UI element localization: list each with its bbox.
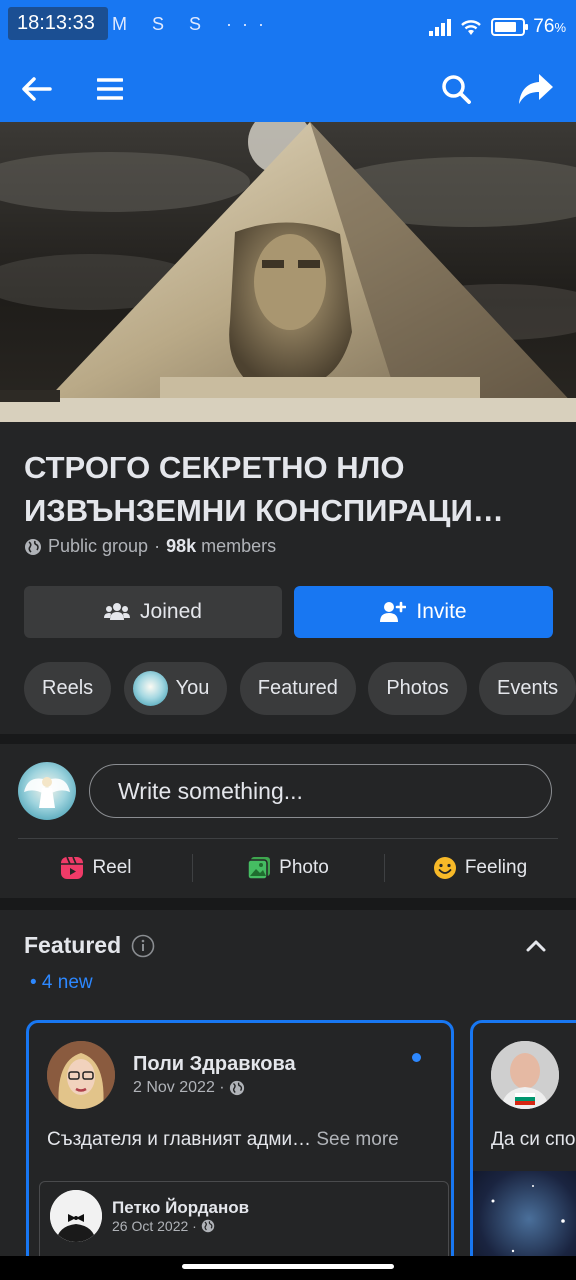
- joined-button[interactable]: Joined: [24, 586, 282, 638]
- invite-label: Invite: [416, 600, 467, 623]
- user-avatar[interactable]: [18, 762, 76, 820]
- globe-icon: [201, 1219, 215, 1233]
- photo-icon: [247, 857, 271, 880]
- shared-post[interactable]: Петко Йорданов 26 Oct 2022 ·: [39, 1181, 449, 1260]
- search-icon: [442, 75, 471, 104]
- globe-icon: [229, 1080, 244, 1096]
- tab-label: Photos: [386, 677, 449, 699]
- globe-icon: [25, 538, 41, 555]
- post-text: Създателя и главният адми… See more: [47, 1129, 439, 1151]
- post-text-body: Създателя и главният адми…: [47, 1129, 312, 1150]
- feeling-label: Feeling: [464, 857, 528, 878]
- battery-icon: [491, 18, 529, 36]
- home-indicator[interactable]: [182, 1264, 394, 1269]
- reel-label: Reel: [92, 857, 132, 878]
- tab-reels[interactable]: Reels: [24, 662, 112, 715]
- tab-label: Featured: [257, 677, 338, 699]
- meta-separator: ·: [154, 536, 161, 556]
- group-title[interactable]: СТРОГО СЕКРЕТНО НЛО ИЗВЪНЗЕМНИ КОНСПИРАЦ…: [24, 446, 554, 532]
- shared-author-avatar[interactable]: [50, 1190, 102, 1242]
- featured-card[interactable]: Да си спо: [470, 1020, 576, 1260]
- woman-portrait: [47, 1041, 115, 1109]
- angel-icon: [24, 777, 70, 808]
- members-label: members: [201, 536, 277, 556]
- you-avatar: [132, 671, 168, 706]
- divider: [18, 838, 558, 839]
- tab-you[interactable]: You: [123, 662, 228, 715]
- unread-indicator: [412, 1053, 421, 1062]
- author-name[interactable]: Поли Здравкова: [133, 1053, 296, 1076]
- reel-button[interactable]: Reel: [0, 842, 192, 894]
- status-right: 76%: [429, 16, 566, 38]
- tuxedo-icon: [50, 1190, 102, 1242]
- collapse-button[interactable]: [526, 938, 546, 957]
- featured-section: Featured • 4 new Поли Здравкова 2 Nov 20…: [0, 910, 576, 1260]
- composer-actions: Reel Photo Feeling: [0, 842, 576, 894]
- shared-author-name[interactable]: Петко Йорданов: [112, 1198, 249, 1218]
- photo-label: Photo: [279, 857, 329, 878]
- featured-card[interactable]: Поли Здравкова 2 Nov 2022 · Създателя и …: [26, 1020, 454, 1260]
- tab-events[interactable]: Events: [479, 662, 576, 715]
- group-meta: Public group · 98k members: [24, 536, 276, 557]
- author-avatar[interactable]: [491, 1041, 559, 1109]
- post-date-text: 2 Nov 2022 ·: [133, 1079, 225, 1096]
- group-tabs: Reels You Featured Photos Events: [24, 662, 576, 716]
- tab-label: Reels: [42, 677, 94, 699]
- battery-level: 76%: [533, 16, 566, 37]
- members-count: 98k: [166, 536, 197, 556]
- space-image: [491, 1185, 565, 1253]
- feeling-button[interactable]: Feeling: [384, 842, 576, 894]
- new-posts-count[interactable]: • 4 new: [30, 972, 93, 994]
- featured-title: Featured: [24, 932, 122, 958]
- status-bar: 18:13:33 M S S ··· 76%: [0, 0, 576, 56]
- invite-button[interactable]: Invite: [294, 586, 553, 638]
- smiley-icon: [433, 857, 456, 879]
- tab-featured[interactable]: Featured: [239, 662, 356, 715]
- share-button[interactable]: [508, 56, 564, 122]
- notification-icons: M S S ···: [112, 14, 274, 34]
- reel-icon: [61, 856, 84, 879]
- arrow-left-icon: [22, 77, 52, 101]
- search-button[interactable]: [428, 56, 484, 122]
- author-avatar[interactable]: [47, 1041, 115, 1109]
- post-date: 2 Nov 2022 ·: [133, 1079, 245, 1097]
- group-info: СТРОГО СЕКРЕТНО НЛО ИЗВЪНЗЕМНИ КОНСПИРАЦ…: [0, 422, 576, 734]
- info-icon[interactable]: [131, 934, 155, 958]
- tab-photos[interactable]: Photos: [368, 662, 467, 715]
- app-bar: [0, 56, 576, 122]
- photo-button[interactable]: Photo: [192, 842, 384, 894]
- chevron-up-icon: [526, 940, 546, 952]
- privacy-label[interactable]: Public group: [48, 536, 148, 557]
- members-link[interactable]: 98k members: [166, 536, 276, 557]
- see-more-link[interactable]: See more: [316, 1129, 398, 1150]
- people-icon: [104, 603, 131, 620]
- shared-date-text: 26 Oct 2022 ·: [112, 1218, 197, 1234]
- cover-photo[interactable]: [0, 122, 576, 422]
- wifi-icon: [461, 20, 482, 35]
- post-composer: Write something... Reel Photo Feeling: [0, 744, 576, 898]
- menu-button[interactable]: [82, 56, 138, 122]
- add-person-icon: [380, 601, 407, 622]
- man-portrait: [491, 1041, 559, 1109]
- hamburger-icon: [97, 78, 123, 100]
- post-image[interactable]: [473, 1171, 576, 1260]
- tab-label: Events: [497, 677, 559, 699]
- back-button[interactable]: [8, 56, 64, 122]
- cover-image: [0, 122, 576, 422]
- clock: 18:13:33: [8, 7, 108, 40]
- signal-icon: [429, 18, 452, 36]
- post-text: Да си спо: [491, 1129, 576, 1150]
- shared-post-date: 26 Oct 2022 ·: [112, 1218, 215, 1234]
- tab-label: You: [175, 677, 210, 699]
- gesture-bar: [0, 1256, 576, 1280]
- featured-heading: Featured: [24, 932, 155, 959]
- share-icon: [519, 74, 553, 104]
- write-something-input[interactable]: Write something...: [89, 764, 552, 818]
- joined-label: Joined: [140, 600, 202, 623]
